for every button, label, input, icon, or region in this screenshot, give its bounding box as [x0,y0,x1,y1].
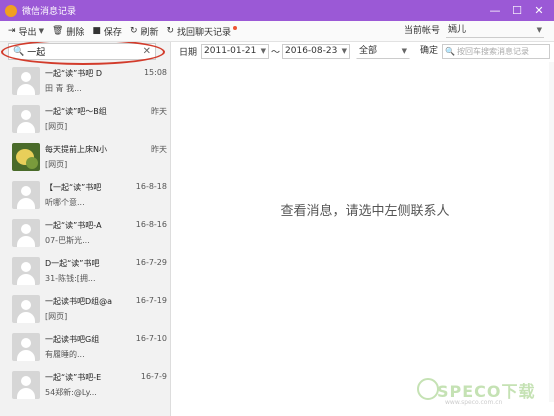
photo-avatar [12,143,40,171]
retrieve-icon: ↻ [166,26,175,36]
list-item[interactable]: 一起读书吧G组 16-7-10 有履睡的... [0,328,170,366]
watermark-subtext: www.speco.com.cn [445,399,503,406]
list-item[interactable]: 一起“读”书吧-A 16-8-16 07-巴斯光... [0,214,170,252]
retrieve-label: 找回聊天记录 [177,27,232,38]
date-label: 日期 [179,48,198,58]
message-search-placeholder: 按回车搜索消息记录 [456,47,529,56]
contact-name: 一起“读”书吧 D [45,69,102,78]
contact-list: 一起“读”书吧 D 15:08 田 青 我... 一起“读”吧～B组 昨天 [网… [0,62,170,404]
contact-name: 一起读书吧G组 [45,335,100,344]
list-item[interactable]: 一起“读”书吧-E 16-7-9 54郑新:@Ly... [0,366,170,404]
contact-preview: [网页] [45,122,68,131]
contact-preview: 田 青 我... [45,84,82,93]
contact-name: 一起“读”吧～B组 [45,107,107,116]
default-avatar-icon [12,371,40,399]
end-date-value: 2016-08-23 [285,46,338,56]
notification-dot [233,26,238,30]
date-separator: ～ [271,48,281,58]
watermark-logo-icon [417,378,439,400]
contact-time: 16-7-10 [135,334,167,343]
close-button[interactable]: ✕ [528,2,550,19]
window-title: 微信消息记录 [22,7,77,17]
contact-name: 一起读书吧D组@a [45,297,113,306]
contact-preview: 有履睡的... [45,350,85,359]
contact-time: 16-7-29 [135,258,167,267]
contact-preview: 54郑新:@Ly... [45,388,97,397]
list-item[interactable]: D一起“读”书吧 16-7-29 31-陈钱:[拥... [0,252,170,290]
list-item[interactable]: 一起“读”吧～B组 昨天 [网页] [0,100,170,138]
contact-time: 16-8-16 [135,220,167,229]
chevron-down-icon[interactable]: ▼ [39,27,44,35]
message-search-input[interactable]: 🔍 按回车搜索消息记录 [442,44,550,59]
contact-preview: [网页] [45,312,68,321]
minimize-button[interactable]: — [484,2,506,19]
contact-preview: [网页] [45,160,68,169]
start-date-value: 2011-01-21 [204,46,257,56]
default-avatar-icon [12,333,40,361]
save-button[interactable]: ■ 保存 [92,25,122,38]
type-select[interactable]: 全部 ▼ [356,44,411,59]
search-icon: 🔍 [445,47,455,56]
default-avatar-icon [12,105,40,133]
default-avatar-icon [12,219,40,247]
contact-time: 16-8-18 [135,182,167,191]
end-date-picker[interactable]: 2016-08-23 ▼ [282,44,351,59]
watermark: SPECO下载 www.speco.com.cn [415,370,545,410]
list-item[interactable]: 每天提前上床N小 昨天 [网页] [0,138,170,176]
trash-icon: 🗑 [51,26,64,36]
export-icon: ⇥ [8,26,16,36]
toolbar: ⇥ 导出 ▼ 🗑 删除 ■ 保存 ↻ 刷新 ↻ 找回聊天记录 当前帐号 嫣儿 ▼ [0,21,554,42]
empty-state-message: 查看消息，请选中左侧联系人 [280,204,450,219]
account-value: 嫣儿 [448,25,467,35]
chevron-down-icon: ▼ [536,26,542,34]
export-button[interactable]: ⇥ 导出 ▼ [8,25,44,38]
contact-time: 15:08 [143,68,167,77]
refresh-label: 刷新 [140,27,159,38]
account-label: 当前帐号 [404,26,441,36]
refresh-button[interactable]: ↻ 刷新 [130,25,159,38]
default-avatar-icon [12,67,40,95]
start-date-picker[interactable]: 2011-01-21 ▼ [201,44,270,59]
maximize-button[interactable]: ☐ [506,2,528,19]
save-icon: ■ [92,26,101,36]
contact-time: 16-7-9 [140,372,167,381]
contact-preview: 07-巴斯光... [45,236,90,245]
chevron-down-icon: ▼ [341,47,348,55]
contact-name: 【一起“读”书吧 [45,183,102,192]
scrollbar[interactable] [549,62,554,402]
contact-name: 一起“读”书吧-E [45,373,102,382]
type-value: 全部 [359,46,378,56]
default-avatar-icon [12,181,40,209]
contact-time: 昨天 [151,145,167,154]
confirm-button[interactable]: 确定 [416,45,442,58]
account-select[interactable]: 嫣儿 ▼ [446,24,544,38]
save-label: 保存 [103,27,122,38]
app-logo-icon [5,4,17,17]
title-bar: 微信消息记录 — ☐ ✕ [0,0,554,21]
delete-label: 删除 [66,27,85,38]
contact-name: 一起“读”书吧-A [45,221,102,230]
export-label: 导出 [18,27,37,38]
contact-preview: 听哪个意... [45,198,85,207]
refresh-icon: ↻ [129,26,138,36]
filter-bar: 日期 2011-01-21 ▼ ～ 2016-08-23 ▼ 全部 ▼ 确定 🔍… [171,42,554,61]
chevron-down-icon: ▼ [260,47,267,55]
contact-name: D一起“读”书吧 [45,259,100,268]
list-item[interactable]: 一起“读”书吧 D 15:08 田 青 我... [0,62,170,100]
contact-time: 16-7-19 [135,296,167,305]
contact-panel: 🔍 一起 ✕ 一起“读”书吧 D 15:08 田 青 我... 一起“读”吧～B… [0,42,171,416]
delete-button[interactable]: 🗑 删除 [52,25,84,38]
chevron-down-icon: ▼ [401,47,408,55]
retrieve-button[interactable]: ↻ 找回聊天记录 [167,25,238,38]
list-item[interactable]: 一起读书吧D组@a 16-7-19 [网页] [0,290,170,328]
default-avatar-icon [12,257,40,285]
contact-name: 每天提前上床N小 [45,145,107,154]
contact-time: 昨天 [151,107,167,116]
contact-preview: 31-陈钱:[拥... [45,274,96,283]
default-avatar-icon [12,295,40,323]
list-item[interactable]: 【一起“读”书吧 16-8-18 听哪个意... [0,176,170,214]
